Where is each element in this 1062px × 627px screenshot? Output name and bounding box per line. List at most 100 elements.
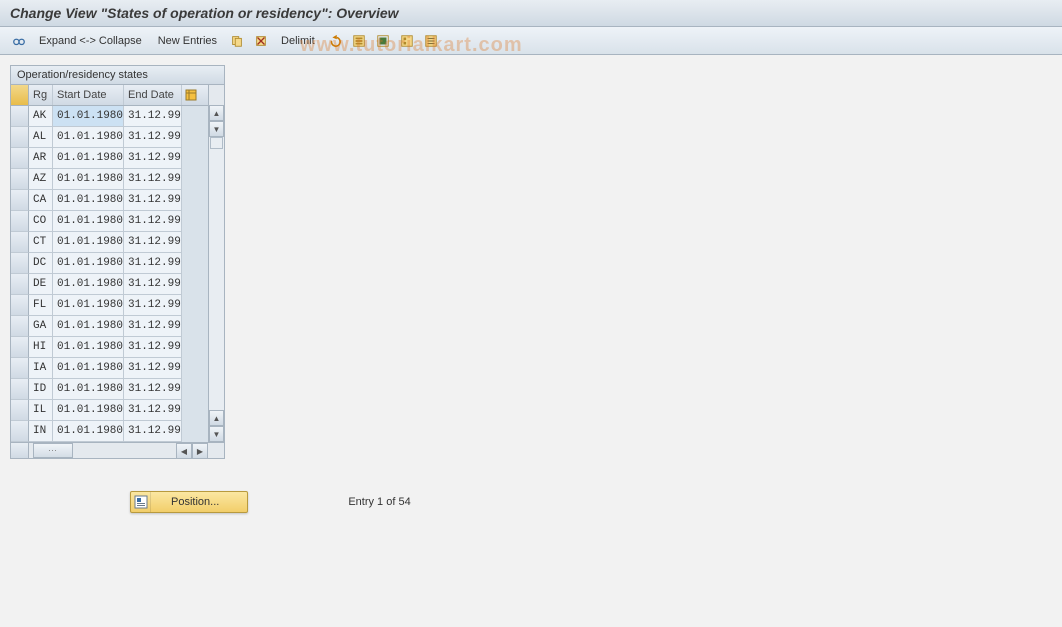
row-selector[interactable] xyxy=(11,379,29,400)
table-row[interactable]: HI01.01.198031.12.999 xyxy=(11,337,208,358)
cell-rg[interactable]: DC xyxy=(29,253,53,274)
print-button[interactable] xyxy=(420,31,442,51)
vertical-scrollbar[interactable]: ▲ ▼ ▲ ▼ xyxy=(208,85,224,442)
cell-start-date[interactable]: 01.01.1980 xyxy=(53,232,124,253)
table-row[interactable]: DC01.01.198031.12.999 xyxy=(11,253,208,274)
scroll-up-button-bottom[interactable]: ▲ xyxy=(209,410,224,426)
cell-rg[interactable]: IN xyxy=(29,421,53,442)
cell-end-date[interactable]: 31.12.999 xyxy=(124,421,182,442)
undo-button[interactable] xyxy=(324,31,346,51)
cell-end-date[interactable]: 31.12.999 xyxy=(124,169,182,190)
table-row[interactable]: IA01.01.198031.12.999 xyxy=(11,358,208,379)
cell-start-date[interactable]: 01.01.1980 xyxy=(53,253,124,274)
cell-end-date[interactable]: 31.12.999 xyxy=(124,358,182,379)
cell-rg[interactable]: AZ xyxy=(29,169,53,190)
table-row[interactable]: FL01.01.198031.12.999 xyxy=(11,295,208,316)
scroll-down-button[interactable]: ▼ xyxy=(209,121,224,137)
row-selector[interactable] xyxy=(11,253,29,274)
cell-rg[interactable]: FL xyxy=(29,295,53,316)
cell-start-date[interactable]: 01.01.1980 xyxy=(53,106,124,127)
row-selector[interactable] xyxy=(11,400,29,421)
horizontal-scrollbar[interactable]: ⋯ ◀ ▶ xyxy=(11,442,224,458)
cell-end-date[interactable]: 31.12.999 xyxy=(124,337,182,358)
row-selector[interactable] xyxy=(11,337,29,358)
table-row[interactable]: GA01.01.198031.12.999 xyxy=(11,316,208,337)
row-selector[interactable] xyxy=(11,316,29,337)
select-block-button[interactable] xyxy=(372,31,394,51)
expand-collapse-button[interactable]: Expand <-> Collapse xyxy=(32,31,149,51)
row-selector[interactable] xyxy=(11,232,29,253)
row-selector[interactable] xyxy=(11,127,29,148)
column-header-start-date[interactable]: Start Date xyxy=(53,85,124,105)
column-header-rg[interactable]: Rg xyxy=(29,85,53,105)
table-row[interactable]: CO01.01.198031.12.999 xyxy=(11,211,208,232)
row-selector[interactable] xyxy=(11,106,29,127)
cell-rg[interactable]: IA xyxy=(29,358,53,379)
cell-start-date[interactable]: 01.01.1980 xyxy=(53,400,124,421)
cell-rg[interactable]: CA xyxy=(29,190,53,211)
row-selector[interactable] xyxy=(11,190,29,211)
scroll-right-button[interactable]: ▶ xyxy=(192,443,208,459)
scroll-thumb[interactable] xyxy=(210,137,223,149)
copy-button[interactable] xyxy=(226,31,248,51)
cell-rg[interactable]: AK xyxy=(29,106,53,127)
cell-start-date[interactable]: 01.01.1980 xyxy=(53,148,124,169)
cell-start-date[interactable]: 01.01.1980 xyxy=(53,379,124,400)
cell-end-date[interactable]: 31.12.999 xyxy=(124,295,182,316)
row-selector[interactable] xyxy=(11,295,29,316)
table-row[interactable]: AK01.01.198031.12.999 xyxy=(11,106,208,127)
cell-rg[interactable]: HI xyxy=(29,337,53,358)
cell-end-date[interactable]: 31.12.999 xyxy=(124,316,182,337)
position-button[interactable]: Position... xyxy=(130,491,248,513)
scroll-up-button[interactable]: ▲ xyxy=(209,105,224,121)
table-row[interactable]: CT01.01.198031.12.999 xyxy=(11,232,208,253)
cell-end-date[interactable]: 31.12.999 xyxy=(124,274,182,295)
cell-start-date[interactable]: 01.01.1980 xyxy=(53,358,124,379)
table-row[interactable]: ID01.01.198031.12.999 xyxy=(11,379,208,400)
row-selector[interactable] xyxy=(11,421,29,442)
cell-end-date[interactable]: 31.12.999 xyxy=(124,190,182,211)
cell-start-date[interactable]: 01.01.1980 xyxy=(53,316,124,337)
cell-end-date[interactable]: 31.12.999 xyxy=(124,379,182,400)
details-button[interactable] xyxy=(8,31,30,51)
row-selector[interactable] xyxy=(11,274,29,295)
cell-start-date[interactable]: 01.01.1980 xyxy=(53,337,124,358)
table-row[interactable]: IN01.01.198031.12.999 xyxy=(11,421,208,442)
cell-end-date[interactable]: 31.12.999 xyxy=(124,211,182,232)
cell-start-date[interactable]: 01.01.1980 xyxy=(53,169,124,190)
cell-start-date[interactable]: 01.01.1980 xyxy=(53,127,124,148)
scroll-track[interactable] xyxy=(209,137,224,410)
cell-rg[interactable]: CO xyxy=(29,211,53,232)
select-all-corner[interactable] xyxy=(11,85,29,105)
cell-rg[interactable]: AL xyxy=(29,127,53,148)
table-row[interactable]: AL01.01.198031.12.999 xyxy=(11,127,208,148)
cell-rg[interactable]: IL xyxy=(29,400,53,421)
configure-columns-button[interactable] xyxy=(182,85,200,105)
table-row[interactable]: AZ01.01.198031.12.999 xyxy=(11,169,208,190)
cell-end-date[interactable]: 31.12.999 xyxy=(124,106,182,127)
row-selector[interactable] xyxy=(11,169,29,190)
cell-start-date[interactable]: 01.01.1980 xyxy=(53,421,124,442)
cell-end-date[interactable]: 31.12.999 xyxy=(124,148,182,169)
cell-rg[interactable]: AR xyxy=(29,148,53,169)
cell-start-date[interactable]: 01.01.1980 xyxy=(53,211,124,232)
cell-end-date[interactable]: 31.12.999 xyxy=(124,253,182,274)
column-freeze-handle[interactable]: ⋯ xyxy=(33,443,73,458)
table-row[interactable]: CA01.01.198031.12.999 xyxy=(11,190,208,211)
select-all-button[interactable] xyxy=(348,31,370,51)
cell-start-date[interactable]: 01.01.1980 xyxy=(53,190,124,211)
cell-start-date[interactable]: 01.01.1980 xyxy=(53,274,124,295)
scroll-left-button[interactable]: ◀ xyxy=(176,443,192,459)
cell-end-date[interactable]: 31.12.999 xyxy=(124,400,182,421)
delete-button[interactable] xyxy=(250,31,272,51)
column-header-end-date[interactable]: End Date xyxy=(124,85,182,105)
row-selector[interactable] xyxy=(11,148,29,169)
cell-rg[interactable]: CT xyxy=(29,232,53,253)
cell-start-date[interactable]: 01.01.1980 xyxy=(53,295,124,316)
deselect-all-button[interactable] xyxy=(396,31,418,51)
cell-end-date[interactable]: 31.12.999 xyxy=(124,232,182,253)
cell-end-date[interactable]: 31.12.999 xyxy=(124,127,182,148)
row-selector[interactable] xyxy=(11,211,29,232)
row-selector[interactable] xyxy=(11,358,29,379)
cell-rg[interactable]: ID xyxy=(29,379,53,400)
